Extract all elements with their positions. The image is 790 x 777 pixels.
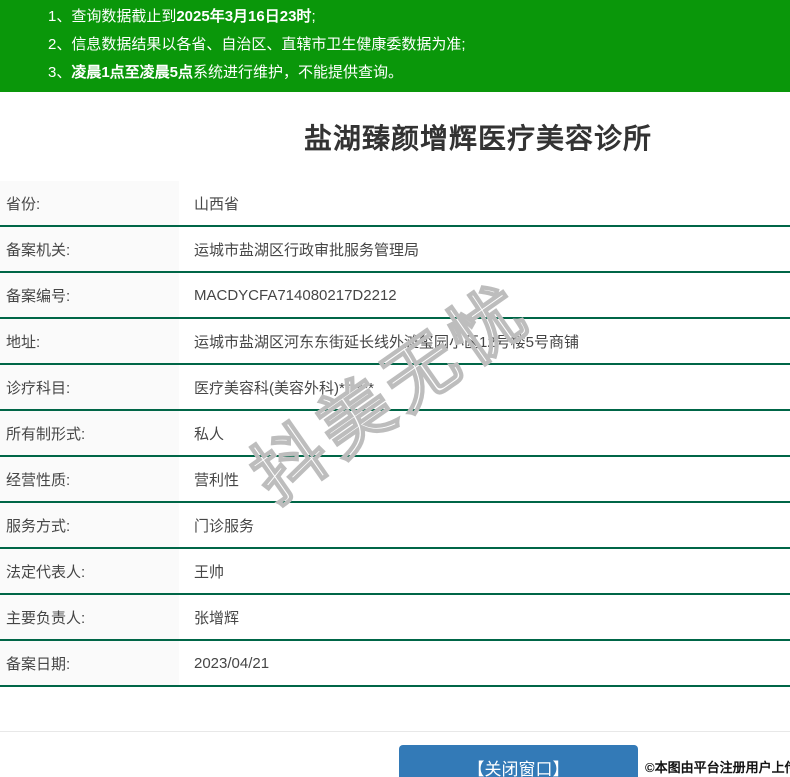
field-value: 张增辉 <box>194 609 240 627</box>
notice-text: 系统进行维护，不能提供查询。 <box>193 64 404 81</box>
table-row: 省份: 山西省 <box>0 181 790 227</box>
field-label: 诊疗科目: <box>0 365 179 409</box>
field-value: MACDYCFA714080217D2212 <box>194 286 397 304</box>
field-value: 运城市盐湖区河东东街延长线外滩玺园小区12号楼5号商铺 <box>194 333 580 351</box>
notice-text: 2、信息数据结果以各省、自治区、直辖市卫生健康委数据为准; <box>48 36 466 53</box>
info-table: 省份: 山西省 备案机关: 运城市盐湖区行政审批服务管理局 备案编号: MACD… <box>0 181 790 687</box>
notice-line-1: 1、查询数据截止到2025年3月16日23时; <box>48 3 790 31</box>
notice-text: ; <box>311 8 316 25</box>
field-label: 备案日期: <box>0 641 179 685</box>
notice-line-3: 3、凌晨1点至凌晨5点系统进行维护，不能提供查询。 <box>48 59 790 87</box>
field-value: 营利性 <box>194 471 240 489</box>
field-label: 法定代表人: <box>0 549 179 593</box>
field-value: 私人 <box>194 425 225 443</box>
table-row: 备案日期: 2023/04/21 <box>0 641 790 687</box>
clinic-title: 盐湖臻颜增辉医疗美容诊所 <box>303 122 652 154</box>
table-row: 主要负责人: 张增辉 <box>0 595 790 641</box>
field-value: 王帅 <box>194 563 225 581</box>
field-value: 2023/04/21 <box>194 654 270 672</box>
notice-text: 3、 <box>48 64 72 81</box>
field-label: 地址: <box>0 319 179 363</box>
license-query-page: 1、查询数据截止到2025年3月16日23时; 2、信息数据结果以各省、自治区、… <box>0 0 790 777</box>
close-window-button[interactable]: 【关闭窗口】 <box>399 745 638 777</box>
field-label: 服务方式: <box>0 503 179 547</box>
table-row: 备案编号: MACDYCFA714080217D2212 <box>0 273 790 319</box>
table-row: 所有制形式: 私人 <box>0 411 790 457</box>
field-label: 所有制形式: <box>0 411 179 455</box>
field-label: 备案机关: <box>0 227 179 271</box>
notice-line-2: 2、信息数据结果以各省、自治区、直辖市卫生健康委数据为准; <box>48 31 790 59</box>
notice-banner: 1、查询数据截止到2025年3月16日23时; 2、信息数据结果以各省、自治区、… <box>0 0 790 92</box>
field-label: 备案编号: <box>0 273 179 317</box>
field-value: 山西省 <box>194 195 240 213</box>
upload-credit-watermark: ©本图由平台注册用户上传 <box>645 760 790 775</box>
field-label: 经营性质: <box>0 457 179 501</box>
table-row: 地址: 运城市盐湖区河东东街延长线外滩玺园小区12号楼5号商铺 <box>0 319 790 365</box>
field-value: 运城市盐湖区行政审批服务管理局 <box>194 241 420 259</box>
table-row: 备案机关: 运城市盐湖区行政审批服务管理局 <box>0 227 790 273</box>
notice-bold-text: 凌晨1点至凌晨5点 <box>71 64 194 81</box>
notice-bold-text: 2025年3月16日23时 <box>176 8 312 25</box>
table-row: 法定代表人: 王帅 <box>0 549 790 595</box>
field-label: 省份: <box>0 181 179 225</box>
footer-divider <box>0 731 790 732</box>
table-row: 经营性质: 营利性 <box>0 457 790 503</box>
table-row: 诊疗科目: 医疗美容科(美容外科)****** <box>0 365 790 411</box>
field-label: 主要负责人: <box>0 595 179 639</box>
field-value: 门诊服务 <box>194 517 255 535</box>
notice-text: 1、查询数据截止到 <box>48 8 177 25</box>
field-value: 医疗美容科(美容外科)****** <box>194 379 375 397</box>
table-row: 服务方式: 门诊服务 <box>0 503 790 549</box>
